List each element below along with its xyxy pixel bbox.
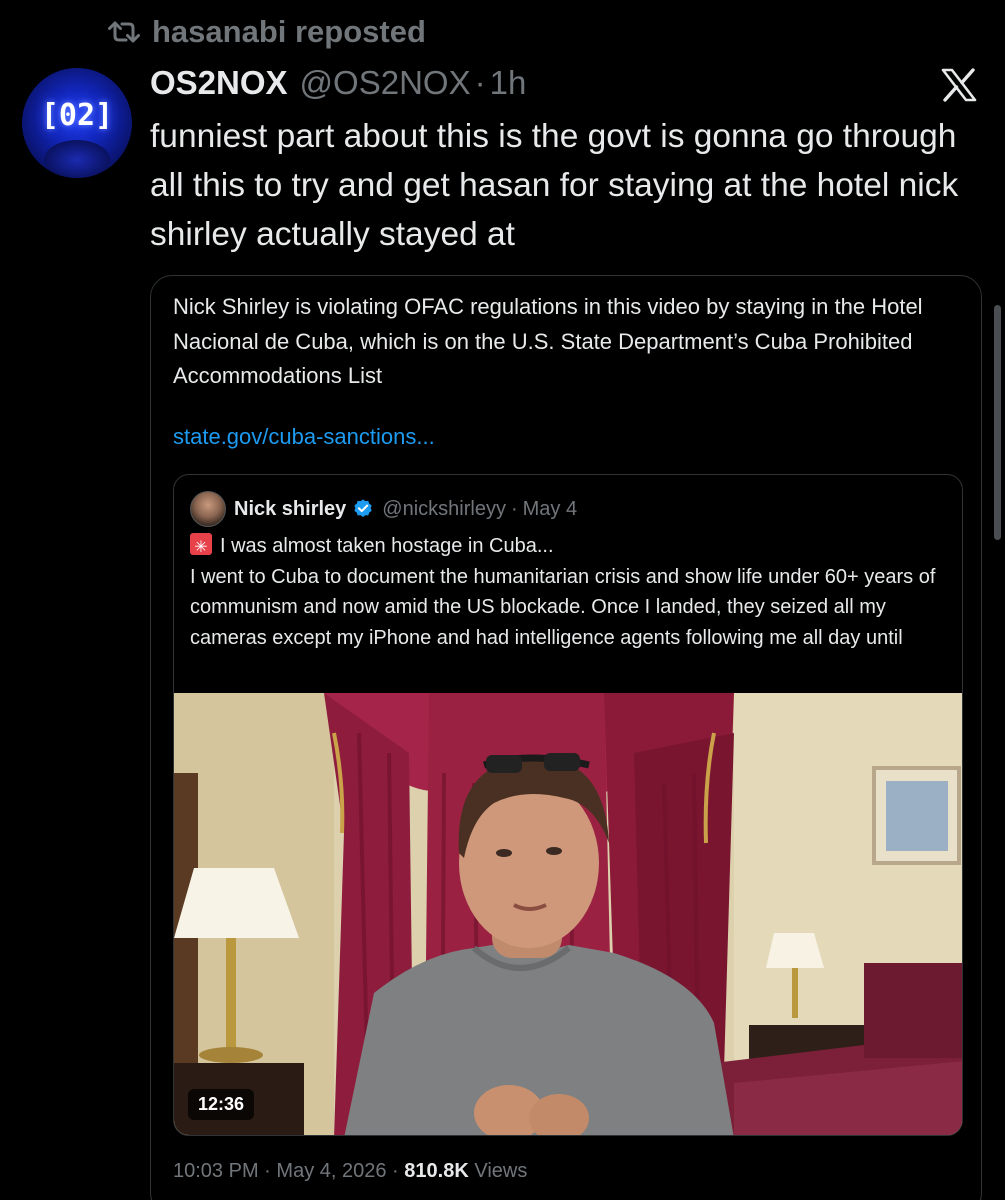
user-handle[interactable]: @OS2NOX bbox=[300, 64, 471, 102]
post-meta-footer: 10:03 PM · May 4, 2026 · 810.8K Views bbox=[173, 1160, 527, 1183]
siren-icon bbox=[190, 532, 212, 563]
scrollbar[interactable] bbox=[994, 305, 1001, 540]
display-name[interactable]: OS2NOX bbox=[150, 64, 288, 102]
post-page: hasanabi reposted [02] OS2NOX @OS2NOX · … bbox=[0, 0, 1005, 1200]
embedded-display-name[interactable]: Nick shirley bbox=[234, 498, 346, 521]
quoted-post-link[interactable]: state.gov/cuba-sanctions... bbox=[173, 424, 435, 450]
separator-dot: · bbox=[510, 497, 518, 520]
views-label: Views bbox=[474, 1160, 528, 1182]
views-count[interactable]: 810.8K bbox=[404, 1160, 469, 1182]
embedded-post-header: Nick shirley @nickshirleyy · May 4 bbox=[190, 491, 577, 527]
video-player[interactable]: 12:36 bbox=[174, 693, 962, 1135]
embedded-post[interactable]: Nick shirley @nickshirleyy · May 4 I was… bbox=[173, 474, 963, 1136]
embedded-body: I went to Cuba to document the humanitar… bbox=[190, 565, 936, 649]
embedded-headline: I was almost taken hostage in Cuba... bbox=[190, 531, 950, 563]
post-header: OS2NOX @OS2NOX · 1h bbox=[150, 64, 526, 102]
quoted-post-text: Nick Shirley is violating OFAC regulatio… bbox=[173, 294, 923, 388]
embedded-handle[interactable]: @nickshirleyy bbox=[382, 498, 506, 521]
avatar-label: [02] bbox=[40, 98, 114, 133]
embedded-date[interactable]: May 4 bbox=[523, 498, 577, 521]
separator-dot: · bbox=[474, 64, 486, 101]
x-logo-icon bbox=[941, 68, 977, 107]
repost-label: hasanabi reposted bbox=[152, 14, 426, 49]
quoted-post[interactable]: Nick Shirley is violating OFAC regulatio… bbox=[150, 275, 982, 1200]
repost-icon bbox=[108, 19, 140, 45]
avatar[interactable]: [02] bbox=[22, 68, 132, 178]
headline-text: I was almost taken hostage in Cuba... bbox=[220, 535, 554, 557]
embedded-avatar[interactable] bbox=[190, 491, 226, 527]
video-frame bbox=[174, 693, 962, 1135]
separator-dot: · bbox=[264, 1160, 271, 1182]
footer-date[interactable]: May 4, 2026 bbox=[276, 1160, 386, 1182]
embedded-post-text: I was almost taken hostage in Cuba... I … bbox=[190, 531, 950, 653]
video-duration-badge: 12:36 bbox=[188, 1089, 255, 1120]
post-text: funniest part about this is the govt is … bbox=[150, 118, 959, 253]
repost-indicator[interactable]: hasanabi reposted bbox=[108, 14, 426, 50]
post-time[interactable]: 1h bbox=[490, 64, 527, 102]
verified-badge-icon bbox=[354, 499, 372, 517]
separator-dot: · bbox=[392, 1160, 399, 1182]
footer-time[interactable]: 10:03 PM bbox=[173, 1160, 259, 1182]
